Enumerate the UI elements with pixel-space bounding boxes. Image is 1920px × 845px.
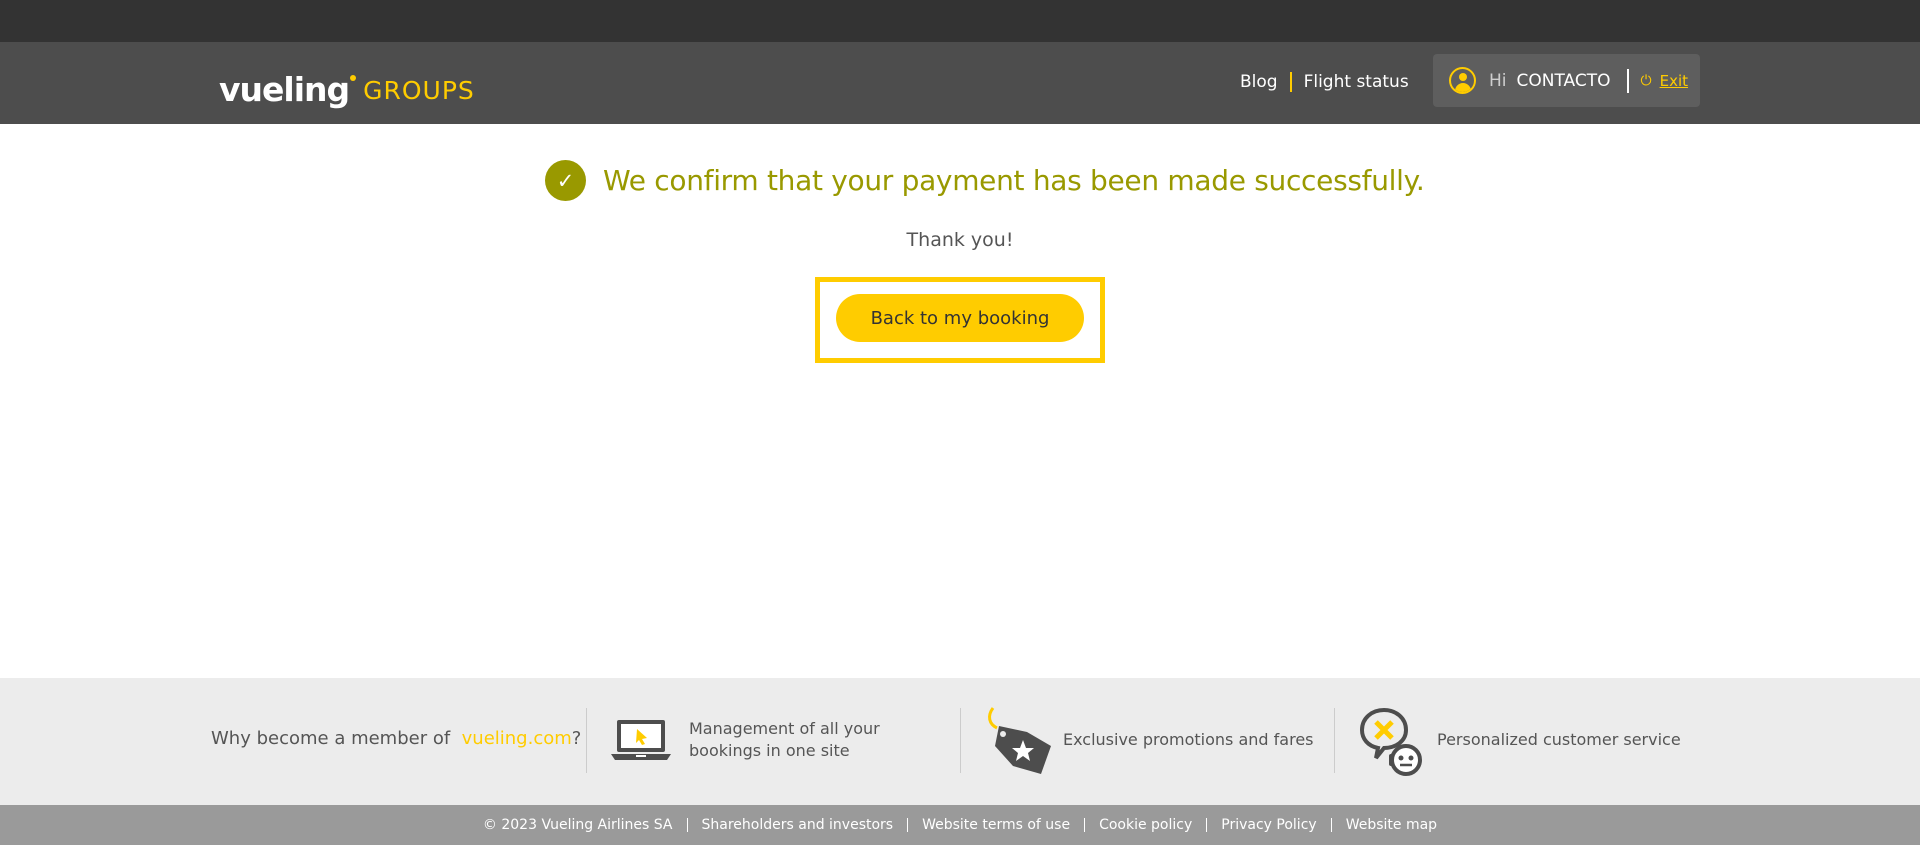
vueling-groups-logo[interactable]: vueling GROUPS [219, 62, 475, 106]
benefit-management-text: Management of all your bookings in one s… [689, 719, 880, 760]
exit-link[interactable]: Exit [1660, 72, 1688, 90]
footer-separator [1330, 818, 1332, 832]
logo-dot [350, 75, 357, 81]
footer-link-terms[interactable]: Website terms of use [922, 817, 1070, 833]
user-box: Hi CONTACTO ⏻ Exit [1433, 54, 1700, 107]
benefit-customer-service-text: Personalized customer service [1437, 730, 1681, 749]
confirmation-message: We confirm that your payment has been ma… [603, 164, 1425, 197]
tag-star-icon [983, 706, 1051, 780]
vueling-com-link[interactable]: vueling.com [462, 728, 572, 749]
laptop-icon [609, 716, 673, 768]
logo-main: vueling [219, 73, 357, 106]
user-greeting: Hi [1489, 70, 1507, 91]
benefit-separator [1334, 708, 1335, 773]
user-avatar-icon [1449, 67, 1476, 94]
benefit-promotions-text: Exclusive promotions and fares [1063, 730, 1314, 749]
footer-separator [907, 818, 909, 832]
footer-link-cookie[interactable]: Cookie policy [1099, 817, 1192, 833]
user-separator [1626, 68, 1629, 93]
back-to-booking-button[interactable]: Back to my booking [836, 294, 1084, 342]
thank-you-text: Thank you! [906, 229, 1014, 251]
nav-blog-link[interactable]: Blog [1240, 72, 1278, 92]
customer-service-icon [1358, 707, 1428, 780]
benefits-bar: Why become a member of vueling.com? Mana… [0, 678, 1920, 805]
footer-link-privacy[interactable]: Privacy Policy [1221, 817, 1316, 833]
check-icon: ✓ [545, 160, 586, 201]
top-nav: Blog Flight status [1240, 72, 1409, 92]
benefit-separator [960, 708, 961, 773]
footer-separator [1084, 818, 1086, 832]
power-icon[interactable]: ⏻ [1641, 73, 1652, 89]
top-strip [0, 0, 1920, 42]
footer-link-sitemap[interactable]: Website map [1346, 817, 1437, 833]
footer-separator [686, 818, 688, 832]
user-name[interactable]: CONTACTO [1517, 71, 1611, 91]
benefit-separator [586, 708, 587, 773]
header: vueling GROUPS Blog Flight status Hi CON… [0, 42, 1920, 124]
payment-confirmation: ✓ We confirm that your payment has been … [545, 160, 1425, 201]
logo-sub: GROUPS [363, 76, 475, 105]
nav-flight-status-link[interactable]: Flight status [1304, 72, 1409, 92]
footer-copyright: © 2023 Vueling Airlines SA [482, 817, 673, 833]
footer-separator [1206, 818, 1208, 832]
nav-separator [1289, 72, 1292, 92]
footer-link-shareholders[interactable]: Shareholders and investors [702, 817, 894, 833]
why-member-text: Why become a member of vueling.com? [211, 728, 582, 749]
footer: © 2023 Vueling Airlines SA Shareholders … [0, 805, 1920, 845]
